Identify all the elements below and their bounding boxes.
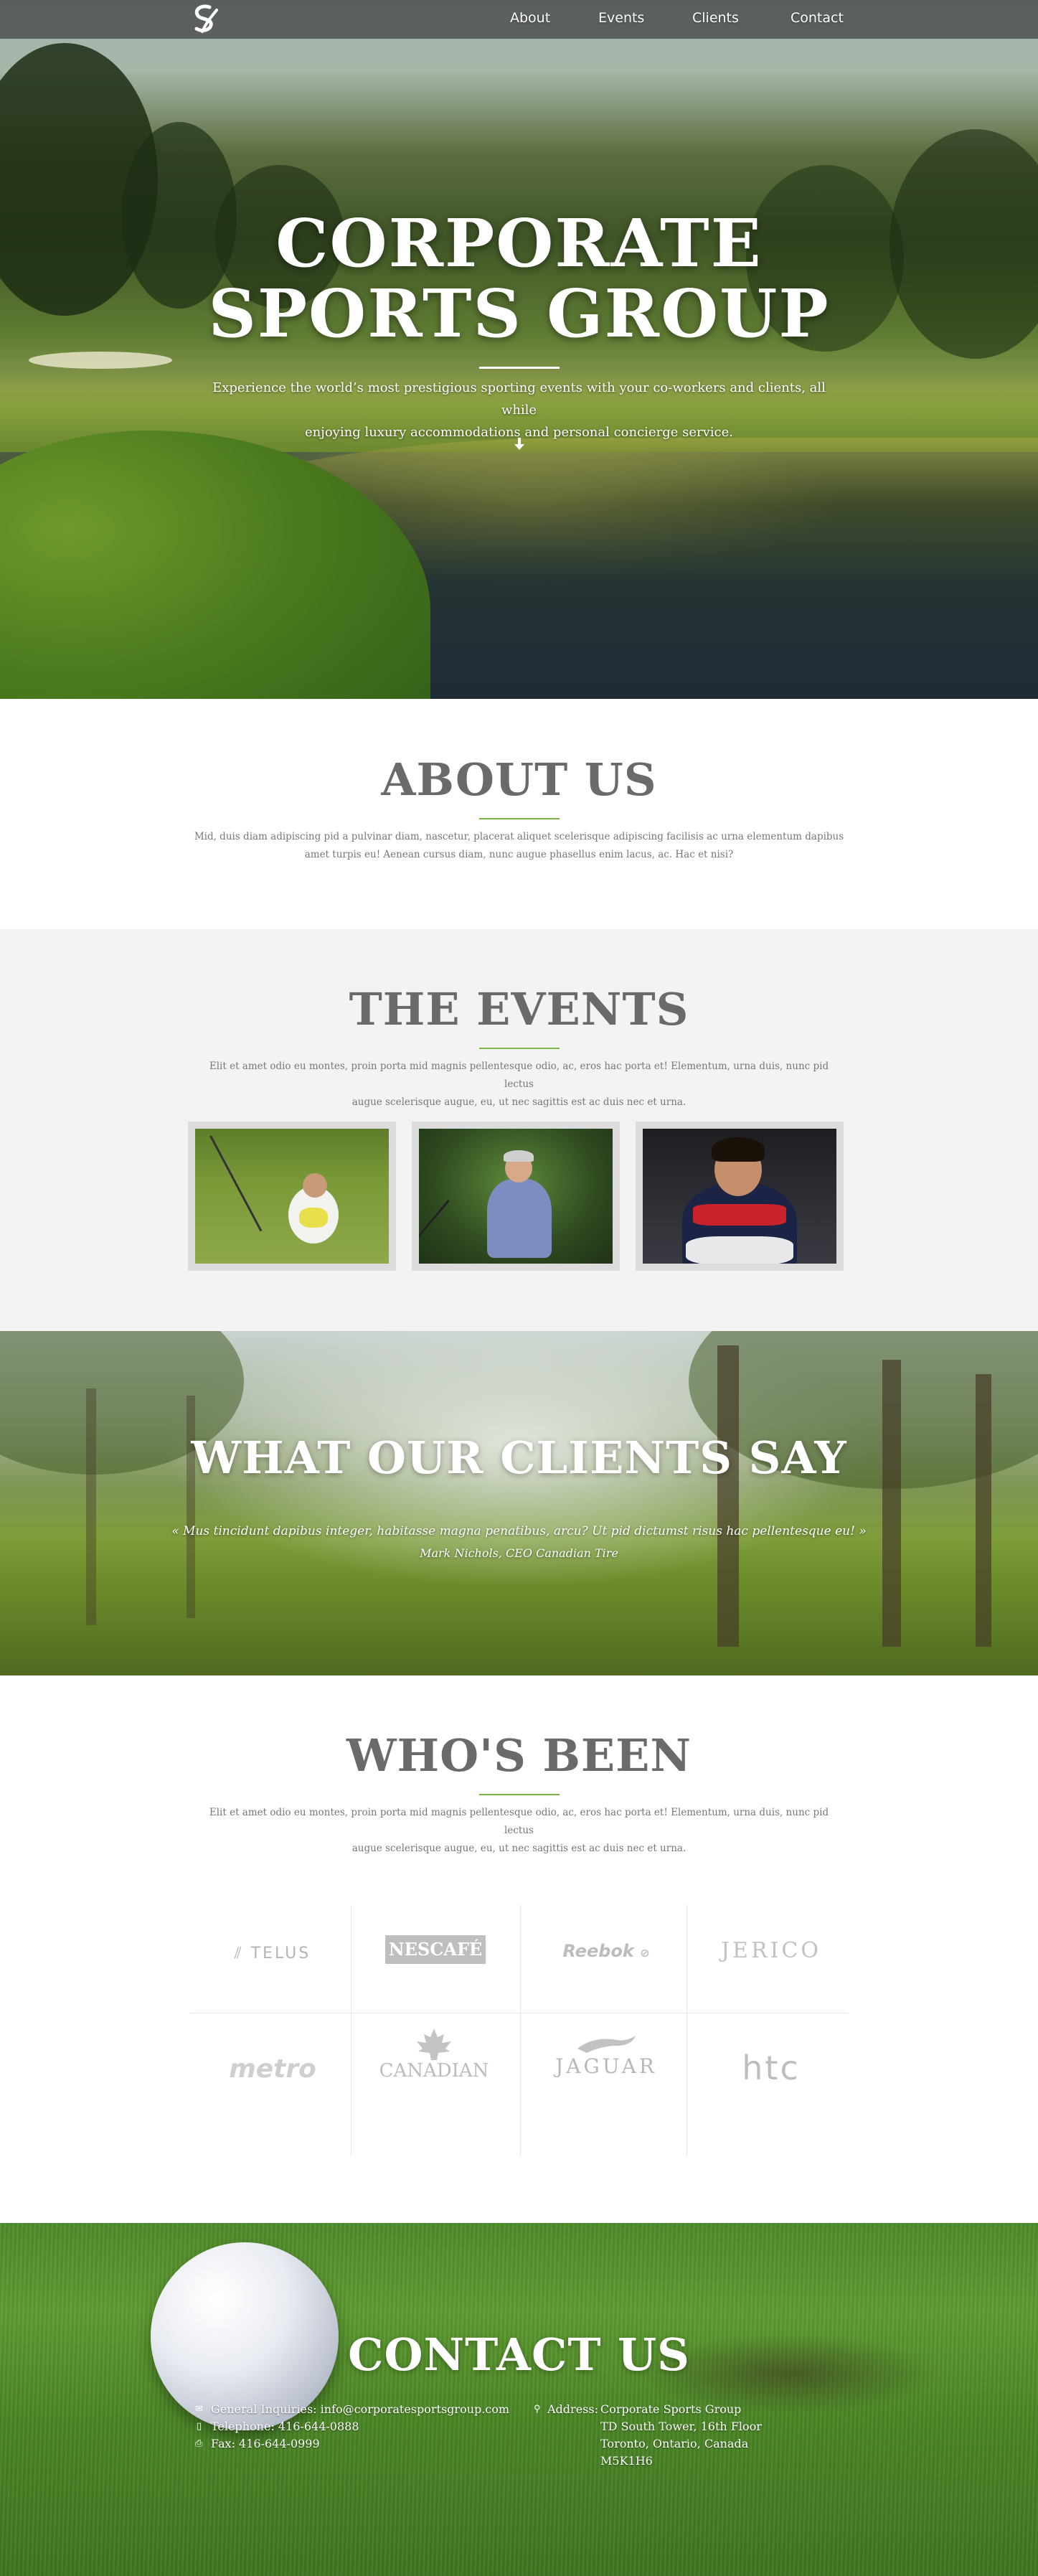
reebok-vector-icon: ⊘ (640, 1946, 650, 1960)
contact-address-line4: M5K1H6 (600, 2454, 653, 2468)
whos-been-title: WHO'S BEEN (346, 1729, 692, 1782)
brand-logo-telus[interactable]: ⫽ TELUS (212, 1945, 334, 1962)
contact-address-line1: Corporate Sports Group (600, 2402, 742, 2416)
golfer-head (303, 1173, 327, 1198)
hero-tagline: Experience the world’s most prestigious … (201, 377, 837, 443)
event-photo-race-driver (643, 1129, 836, 1264)
hero-bunker (29, 352, 172, 369)
maple-leaf-icon (417, 2029, 451, 2060)
contact-general-inquiries[interactable]: General Inquiries: info@corporatesportsg… (211, 2402, 509, 2416)
brand-logo-nescafe[interactable]: NESCAFÉ (385, 1935, 486, 1964)
brand-name-telus: TELUS (250, 1945, 311, 1962)
grid-line (520, 1905, 521, 2156)
contact-section (0, 2223, 1038, 2576)
events-divider (479, 1048, 560, 1049)
tree-trunk (86, 1388, 96, 1625)
phone-icon: ▯ (197, 2421, 202, 2432)
golfer-shirt-accent (299, 1208, 328, 1228)
golf-club (209, 1135, 263, 1232)
scroll-down-arrow-icon[interactable] (512, 436, 527, 452)
events-title: THE EVENTS (349, 983, 689, 1035)
events-text-line2: augue scelerisque augue, eu, ut nec sagi… (351, 1096, 687, 1108)
whos-been-text-line1: Elit et amet odio eu montes, proin porta… (209, 1807, 829, 1836)
nav-contact-link[interactable]: Contact (791, 10, 844, 26)
client-quote: « Mus tincidunt dapibus integer, habitas… (171, 1524, 867, 1538)
about-divider (479, 818, 560, 819)
event-photo-golfer-swing (419, 1129, 613, 1264)
brand-logo-reebok[interactable]: Reebok ⊘ (549, 1941, 664, 1961)
brand-logo-htc[interactable]: htc (707, 2049, 836, 2087)
nav-about-link[interactable]: About (510, 10, 550, 26)
client-logo-grid: ⫽ TELUS NESCAFÉ Reebok ⊘ JERICO metro CA… (190, 1905, 848, 2156)
event-card-racing[interactable] (636, 1122, 844, 1271)
location-pin-icon: ⚲ (534, 2404, 541, 2415)
telus-swoosh-icon: ⫽ (234, 1945, 244, 1962)
tree-trunk (717, 1345, 739, 1647)
brand-logo-jerico[interactable]: JERICO (707, 1938, 836, 1963)
hero-title: CORPORATE SPORTS GROUP (0, 208, 1038, 349)
brand-logo-jaguar[interactable]: JAGUAR (538, 2033, 674, 2078)
golfer-figure (487, 1179, 552, 1258)
tree-trunk (976, 1374, 991, 1647)
clients-section (0, 1331, 1038, 1675)
brand-name-canadian: CANADIAN (379, 2060, 489, 2082)
hero-divider (479, 367, 560, 369)
contact-fax: Fax: 416-644-0999 (211, 2437, 320, 2450)
about-title: ABOUT US (381, 753, 657, 806)
driver-suit-stripe (693, 1204, 786, 1226)
golf-club (419, 1200, 450, 1251)
event-card-golf-bunker[interactable] (188, 1122, 396, 1271)
clients-title: WHAT OUR CLIENTS SAY (191, 1432, 847, 1484)
contact-address-line3: Toronto, Ontario, Canada (600, 2437, 749, 2450)
brand-logo-metro[interactable]: metro (204, 2054, 341, 2084)
envelope-icon: ✉ (195, 2404, 203, 2415)
whos-been-text-line2: augue scelerisque augue, eu, ut nec sagi… (351, 1843, 687, 1854)
events-text: Elit et amet odio eu montes, proin porta… (194, 1058, 844, 1111)
tree-trunk (882, 1360, 901, 1647)
nav-events-link[interactable]: Events (598, 10, 644, 26)
brand-name-jaguar: JAGUAR (555, 2054, 657, 2078)
top-nav: About Events Clients Contact (0, 0, 1038, 39)
race-car (686, 1236, 793, 1264)
event-photo-golfer-bunker (195, 1129, 389, 1264)
tree-trunk (187, 1396, 195, 1618)
hero-title-line1: CORPORATE (275, 205, 763, 282)
hero-tagline-line1: Experience the world’s most prestigious … (212, 380, 826, 418)
whos-been-text: Elit et amet odio eu montes, proin porta… (194, 1804, 844, 1858)
contact-title: CONTACT US (348, 2328, 690, 2381)
about-text-line1: Mid, duis diam adipiscing pid a pulvinar… (194, 831, 844, 842)
about-text-line2: amet turpis eu! Aenean cursus diam, nunc… (304, 849, 734, 860)
event-card-golf-swing[interactable] (412, 1122, 620, 1271)
events-text-line1: Elit et amet odio eu montes, proin porta… (209, 1061, 829, 1090)
driver-hair (712, 1137, 765, 1162)
about-text: Mid, duis diam adipiscing pid a pulvinar… (194, 828, 844, 864)
fax-icon: ⎙ (195, 2438, 203, 2449)
whos-been-divider (479, 1794, 560, 1795)
contact-address-label: Address: (547, 2402, 598, 2416)
csg-logo-icon[interactable] (188, 3, 222, 36)
contact-telephone[interactable]: Telephone: 416-644-0888 (211, 2420, 359, 2433)
nav-clients-link[interactable]: Clients (692, 10, 739, 26)
client-quote-author: Mark Nichols, CEO Canadian Tire (420, 1546, 618, 1560)
contact-address-line2: TD South Tower, 16th Floor (600, 2420, 762, 2433)
brand-logo-canadian[interactable]: CANADIAN (377, 2029, 491, 2082)
brand-name-reebok: Reebok (562, 1941, 634, 1961)
hero-title-line2: SPORTS GROUP (208, 275, 830, 352)
jaguar-leaper-icon (577, 2036, 636, 2053)
golfer-cap (504, 1150, 534, 1162)
